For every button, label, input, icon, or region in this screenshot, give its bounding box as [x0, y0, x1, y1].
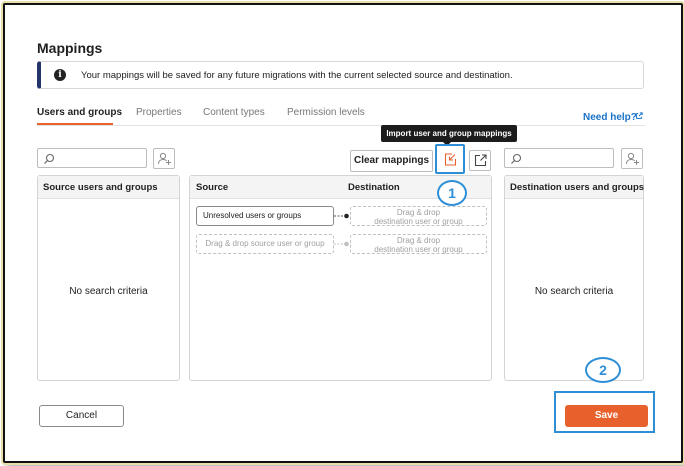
mappings-dialog: Mappings i Your mappings will be saved f…: [3, 3, 683, 463]
destination-add-user-button[interactable]: [621, 148, 643, 169]
source-empty-text: No search criteria: [69, 286, 148, 297]
source-users-panel: Source users and groups No search criter…: [37, 175, 180, 381]
add-user-icon: [626, 152, 639, 165]
mapping-panel: Source Destination Unresolved users or g…: [189, 175, 492, 381]
mapping-connector: [334, 213, 349, 219]
search-icon: [44, 153, 55, 164]
destination-empty-text: No search criteria: [534, 286, 614, 297]
dropzone-line2: destination user or group: [374, 217, 463, 226]
mapping-destination-dropzone[interactable]: Drag & drop destination user or group: [350, 206, 487, 226]
panel-header: Destination users and groups: [505, 176, 645, 199]
mapping-connector: [334, 241, 349, 247]
source-panel-title: Source users and groups: [43, 182, 158, 193]
dialog-title: Mappings: [37, 40, 103, 56]
need-help-link[interactable]: Need help?: [583, 112, 637, 123]
external-link-icon[interactable]: [635, 112, 643, 120]
save-button[interactable]: Save: [565, 405, 648, 427]
add-user-icon: [158, 152, 171, 165]
callout-1: 1: [437, 180, 467, 206]
mapping-destination-dropzone[interactable]: Drag & drop destination user or group: [350, 234, 487, 254]
destination-search-input[interactable]: [504, 148, 614, 168]
import-mappings-button[interactable]: [435, 144, 465, 174]
destination-panel-title: Destination users and groups: [510, 182, 645, 193]
dropzone-line2: destination user or group: [374, 245, 463, 254]
destination-users-panel: Destination users and groups No search c…: [504, 175, 644, 381]
source-add-user-button[interactable]: [153, 148, 175, 169]
clear-mappings-button[interactable]: Clear mappings: [350, 150, 433, 172]
tab-users-and-groups[interactable]: Users and groups: [37, 107, 122, 118]
mapping-source-dropzone[interactable]: Drag & drop source user or group: [196, 234, 334, 254]
tab-divider: [37, 125, 645, 126]
dropzone-line1: Drag & drop: [396, 236, 441, 245]
tab-properties[interactable]: Properties: [136, 107, 182, 118]
mapping-source-header: Source: [196, 182, 229, 193]
callout-2: 2: [585, 357, 621, 383]
info-icon: i: [54, 69, 66, 81]
active-tab-indicator: [37, 123, 113, 125]
tab-permission-levels[interactable]: Permission levels: [287, 107, 365, 118]
mapping-source-item[interactable]: Unresolved users or groups: [196, 206, 334, 226]
mapping-destination-header: Destination: [348, 182, 400, 193]
info-text: Your mappings will be saved for any futu…: [81, 70, 513, 81]
dropzone-line1: Drag & drop: [396, 208, 441, 217]
info-banner: i Your mappings will be saved for any fu…: [37, 61, 644, 89]
import-tooltip: Import user and group mappings: [381, 125, 517, 146]
export-mappings-button[interactable]: [469, 150, 491, 171]
source-search-input[interactable]: [37, 148, 147, 168]
export-icon: [474, 154, 487, 167]
cancel-button[interactable]: Cancel: [39, 405, 124, 427]
import-icon: [444, 153, 457, 166]
search-icon: [511, 153, 522, 164]
panel-header: Source users and groups: [38, 176, 179, 199]
tab-content-types[interactable]: Content types: [203, 107, 265, 118]
